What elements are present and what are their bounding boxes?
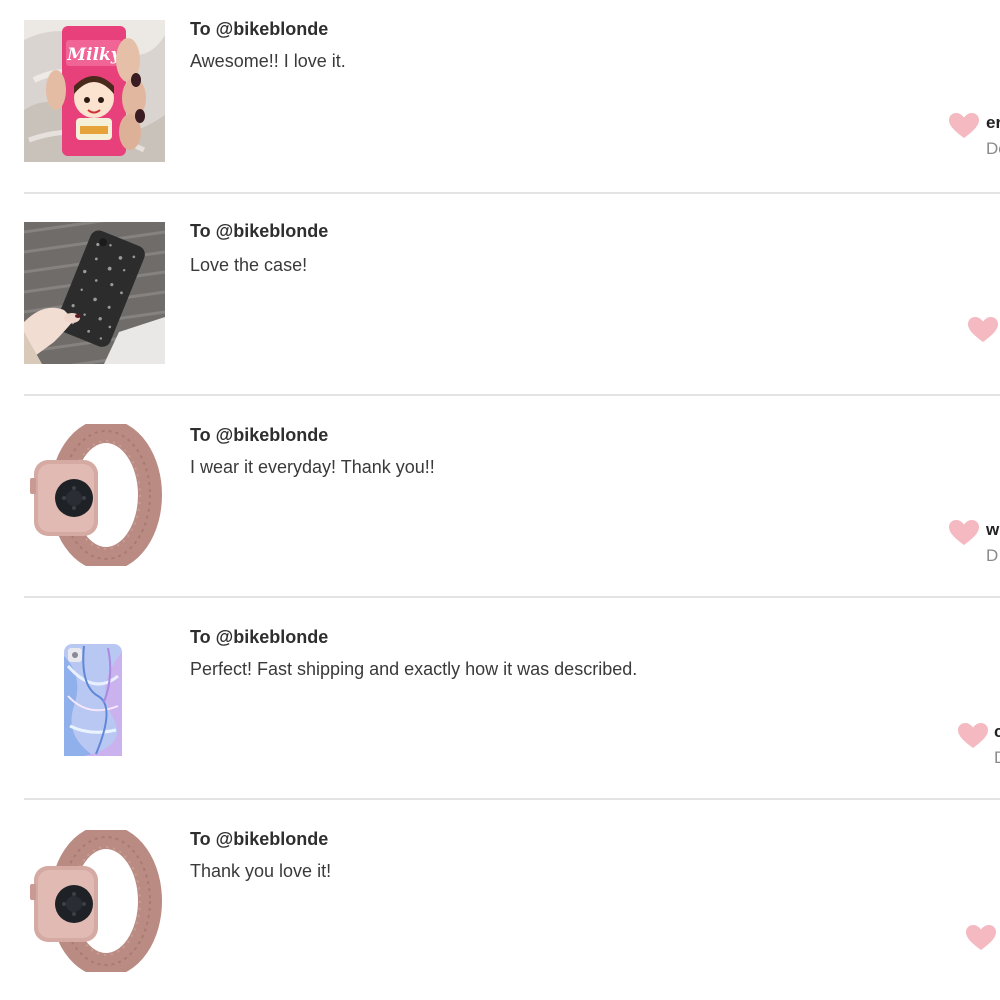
heart-icon[interactable] [949,113,979,139]
divider [24,394,1000,396]
review-comment: Awesome!! I love it. [190,51,346,71]
rose-gold-watch-band-image[interactable] [24,424,165,566]
review-comment: Perfect! Fast shipping and exactly how i… [190,659,638,679]
milky-phone-case-image[interactable]: Milky [24,20,165,162]
review-recipient[interactable]: To @bikeblonde [190,19,328,40]
heart-icon[interactable] [958,723,988,749]
review-item: To @bikeblonde Perfect! Fast shipping an… [24,606,1000,808]
review-date: D [994,748,1000,768]
review-item: Milky To @bikeblonde Awesome!! I love it… [24,0,1000,202]
review-recipient[interactable]: To @bikeblonde [190,425,328,446]
review-feed: Milky To @bikeblonde Awesome!! I love it… [0,0,1000,1000]
glitter-phone-case-image[interactable] [24,222,165,364]
review-author[interactable]: w [986,520,999,540]
review-comment: Love the case! [190,255,308,275]
review-item: To @bikeblonde I wear it everyday! Thank… [24,404,1000,606]
marble-phone-case-image[interactable] [24,626,165,768]
divider [24,192,1000,194]
divider [24,596,1000,598]
review-date: De [986,139,1000,158]
review-recipient[interactable]: To @bikeblonde [190,627,328,648]
review-recipient[interactable]: To @bikeblonde [190,221,328,242]
rose-gold-watch-band-image[interactable] [24,830,165,972]
review-author[interactable]: er [986,113,1000,133]
review-date: D [986,546,999,565]
review-comment: I wear it everyday! Thank you!! [190,457,435,477]
review-comment: Thank you love it! [190,861,332,881]
heart-icon[interactable] [968,317,998,343]
review-item: To @bikeblonde Love the case! [24,202,1000,404]
svg-text:Milky: Milky [66,45,122,65]
review-item: To @bikeblonde Thank you love it! [24,808,1000,1000]
review-author[interactable]: c [994,722,1000,742]
review-recipient[interactable]: To @bikeblonde [190,829,328,850]
divider [24,798,1000,800]
heart-icon[interactable] [949,520,979,546]
heart-icon[interactable] [966,925,996,951]
